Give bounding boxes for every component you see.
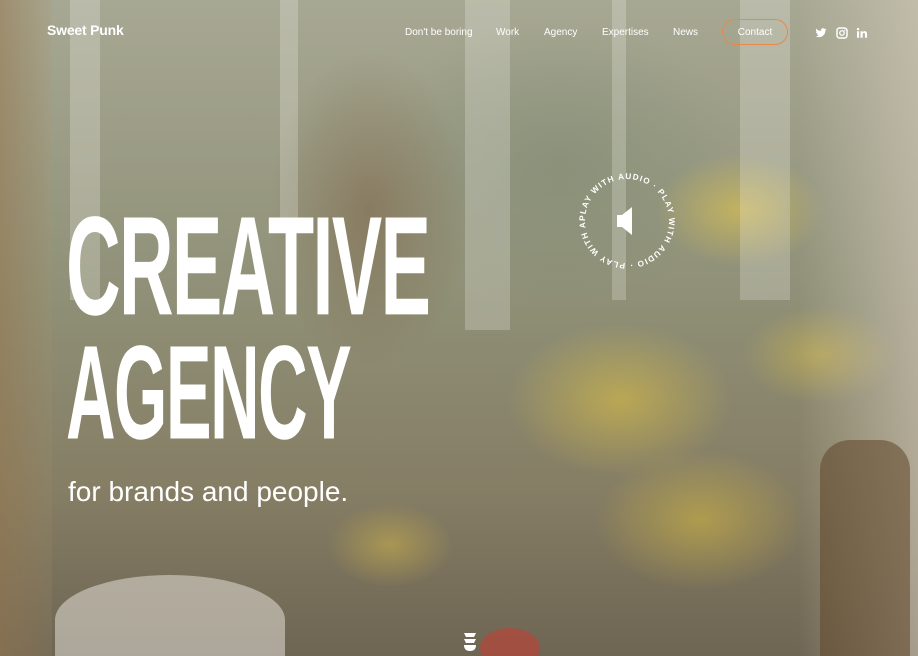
instagram-icon[interactable]	[836, 27, 848, 39]
contact-button[interactable]: Contact	[722, 19, 788, 45]
window-frame-left	[0, 0, 52, 656]
nav-item-agency[interactable]: Agency	[544, 27, 577, 38]
scroll-down-icon[interactable]	[463, 632, 477, 652]
nav-item-news[interactable]: News	[673, 27, 698, 38]
linkedin-icon[interactable]	[856, 27, 868, 39]
top-navigation: Sweet Punk Don't be boring Work Agency E…	[0, 0, 918, 65]
twitter-icon[interactable]	[815, 27, 827, 39]
flower-blur	[480, 628, 540, 656]
nav-item-expertises[interactable]: Expertises	[602, 27, 649, 38]
play-with-audio-button[interactable]: PLAY WITH AUDIO · PLAY WITH AUDIO · PLAY…	[574, 168, 680, 274]
bottle-shape	[820, 440, 910, 656]
speaker-icon	[617, 207, 632, 235]
vase-shape	[55, 575, 285, 656]
hero-subline: for brands and people.	[68, 476, 349, 507]
brand-logo[interactable]: Sweet Punk	[47, 22, 124, 38]
headline-creative: CREATIVE	[66, 186, 431, 345]
nav-item-dont-be-boring[interactable]: Don't be boring	[405, 27, 473, 38]
nav-item-work[interactable]: Work	[496, 27, 519, 38]
headline-agency: AGENCY	[66, 316, 352, 468]
